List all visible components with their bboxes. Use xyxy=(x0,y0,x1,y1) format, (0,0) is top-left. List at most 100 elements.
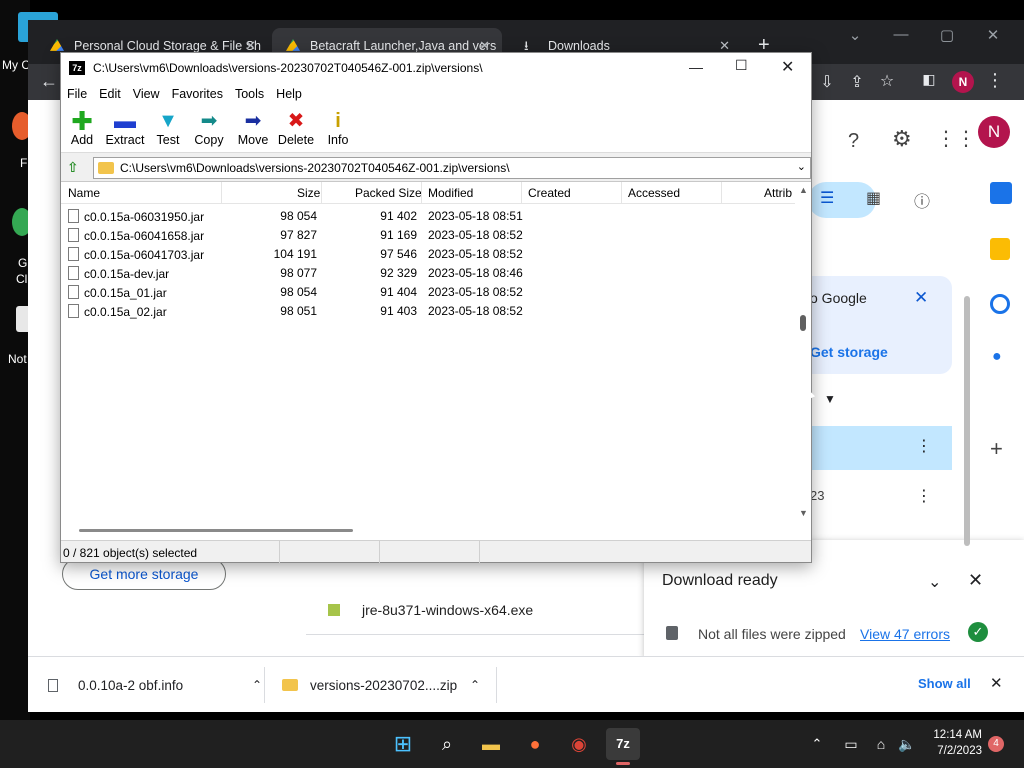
download-item[interactable]: versions-20230702....zip ⌃ xyxy=(282,657,480,712)
file-name[interactable]: jre-8u371-windows-x64.exe xyxy=(362,602,533,618)
table-row[interactable]: c0.0.15a-06041658.jar 97 827 91 169 2023… xyxy=(61,226,795,245)
firefox-icon[interactable]: ● xyxy=(518,728,552,760)
tab-search-icon[interactable]: ⌄ xyxy=(840,26,870,44)
close-download-bar-icon[interactable]: ✕ xyxy=(990,674,1003,692)
address-dropdown-icon[interactable]: ⌄ xyxy=(797,160,806,173)
col-size[interactable]: Size xyxy=(297,186,320,200)
collapse-chevron-icon[interactable]: ⌄ xyxy=(928,572,941,592)
notification-badge[interactable]: 4 xyxy=(988,736,1004,752)
table-row[interactable]: c0.0.15a_01.jar 98 054 91 404 2023-05-18… xyxy=(61,283,795,302)
add-addon-icon[interactable]: + xyxy=(990,436,1003,462)
clock-time[interactable]: 12:14 AM xyxy=(930,729,982,741)
show-all-button[interactable]: Show all xyxy=(918,676,971,691)
menu-kebab-icon[interactable]: ⋮ xyxy=(984,70,1006,91)
col-accessed[interactable]: Accessed xyxy=(628,186,680,200)
scroll-down-icon[interactable]: ▼ xyxy=(799,508,808,518)
menu-help[interactable]: Help xyxy=(276,87,302,101)
close-window-icon[interactable]: ✕ xyxy=(978,26,1008,44)
download-item[interactable]: 0.0.10a-2 obf.info ⌃ xyxy=(48,657,262,712)
menu-view[interactable]: View xyxy=(133,87,160,101)
calendar-icon[interactable] xyxy=(990,182,1012,204)
maximize-icon[interactable]: ▢ xyxy=(932,26,962,44)
scroll-up-icon[interactable]: ▲ xyxy=(799,185,808,195)
col-separator[interactable] xyxy=(521,182,522,204)
hscroll-thumb[interactable] xyxy=(79,529,353,532)
tasks-icon[interactable] xyxy=(990,294,1010,314)
copy-icon: ➡ xyxy=(200,110,218,132)
up-folder-icon[interactable]: ⇧ xyxy=(67,159,85,177)
test-button[interactable]: ▼ Test xyxy=(153,105,183,153)
chevron-up-icon[interactable]: ⌃ xyxy=(470,678,480,692)
tool-label: Move xyxy=(237,133,269,147)
share-icon[interactable]: ⇪ xyxy=(846,72,868,92)
file-modified: 2023-05-18 08:52 xyxy=(428,304,523,318)
close-panel-icon[interactable]: ✕ xyxy=(968,570,983,591)
chrome-icon[interactable]: ◉ xyxy=(562,728,596,760)
more-actions-icon[interactable]: ⋮ xyxy=(916,436,932,456)
minimize-icon[interactable]: — xyxy=(689,59,703,75)
move-button[interactable]: ➡ Move xyxy=(237,105,269,153)
menu-tools[interactable]: Tools xyxy=(235,87,264,101)
extract-button[interactable]: ▬ Extract xyxy=(103,105,147,153)
view-errors-link[interactable]: View 47 errors xyxy=(860,626,950,642)
add-button[interactable]: ✚ Add xyxy=(65,105,99,153)
drive-avatar[interactable]: N xyxy=(978,116,1010,148)
table-row[interactable]: c0.0.15a-06041703.jar 104 191 97 546 202… xyxy=(61,245,795,264)
start-windows-icon[interactable]: ⊞ xyxy=(386,728,420,760)
col-separator[interactable] xyxy=(221,182,222,204)
minimize-icon[interactable]: — xyxy=(886,26,916,43)
address-field[interactable]: C:\Users\vm6\Downloads\versions-20230702… xyxy=(93,157,811,179)
file-size: 104 191 xyxy=(273,247,317,261)
menu-edit[interactable]: Edit xyxy=(99,87,121,101)
sort-dropdown-icon[interactable]: ▼ xyxy=(824,392,836,406)
clock-date[interactable]: 7/2/2023 xyxy=(930,745,982,757)
col-separator[interactable] xyxy=(421,182,422,204)
sidepanel-icon[interactable]: ◧ xyxy=(918,71,940,88)
file-explorer-icon[interactable]: ▬ xyxy=(474,728,508,760)
network-icon[interactable]: ▭ xyxy=(834,728,868,760)
col-packed-size[interactable]: Packed Size xyxy=(355,186,422,200)
scroll-thumb[interactable] xyxy=(800,315,806,331)
copy-button[interactable]: ➡ Copy xyxy=(193,105,225,153)
chevron-up-icon[interactable]: ⌃ xyxy=(252,678,262,692)
settings-gear-icon[interactable]: ⚙ xyxy=(892,126,912,152)
close-promo-icon[interactable]: ✕ xyxy=(914,288,928,308)
info-button[interactable]: i Info xyxy=(325,105,351,153)
contacts-icon[interactable]: ● xyxy=(992,348,1002,366)
menu-file[interactable]: File xyxy=(67,87,87,101)
search-icon[interactable]: ⌕ xyxy=(430,728,464,760)
col-separator[interactable] xyxy=(721,182,722,204)
back-arrow-icon[interactable]: ← xyxy=(38,71,60,92)
7zip-taskbar-icon[interactable]: 7z xyxy=(606,728,640,760)
status-divider xyxy=(279,541,280,563)
more-actions-icon[interactable]: ⋮ xyxy=(916,486,932,506)
grid-view-icon[interactable]: ▦ xyxy=(866,188,881,208)
keep-icon[interactable] xyxy=(990,238,1010,260)
help-icon[interactable]: ? xyxy=(848,130,859,153)
details-info-icon[interactable]: ⓘ xyxy=(914,188,930,212)
apps-grid-icon[interactable]: ⋮⋮ xyxy=(936,126,976,151)
bookmark-star-icon[interactable]: ☆ xyxy=(876,71,898,91)
maximize-icon[interactable]: ☐ xyxy=(735,57,748,74)
close-window-icon[interactable]: ✕ xyxy=(781,57,794,77)
col-created[interactable]: Created xyxy=(528,186,571,200)
table-row[interactable]: c0.0.15a-dev.jar 98 077 92 329 2023-05-1… xyxy=(61,264,795,283)
col-modified[interactable]: Modified xyxy=(428,186,473,200)
volume-icon[interactable]: 🔈 xyxy=(890,728,924,760)
table-row[interactable]: c0.0.15a_02.jar 98 051 91 403 2023-05-18… xyxy=(61,302,795,321)
profile-avatar[interactable]: N xyxy=(952,71,974,93)
col-attrib[interactable]: Attrib xyxy=(764,186,792,200)
delete-button[interactable]: ✖ Delete xyxy=(277,105,315,153)
menu-favorites[interactable]: Favorites xyxy=(172,87,223,101)
install-icon[interactable]: ⇩ xyxy=(816,72,838,92)
get-storage-link[interactable]: Get storage xyxy=(810,344,888,360)
col-name[interactable]: Name xyxy=(68,186,100,200)
horizontal-scrollbar[interactable] xyxy=(61,522,795,541)
vertical-scrollbar[interactable]: ▲ ▼ xyxy=(795,182,811,522)
page-scrollbar[interactable] xyxy=(964,296,970,546)
show-hidden-icons[interactable]: ⌃ xyxy=(800,728,834,760)
col-separator[interactable] xyxy=(621,182,622,204)
divider xyxy=(496,667,497,703)
col-separator[interactable] xyxy=(321,182,322,204)
table-row[interactable]: c0.0.15a-06031950.jar 98 054 91 402 2023… xyxy=(61,207,795,226)
